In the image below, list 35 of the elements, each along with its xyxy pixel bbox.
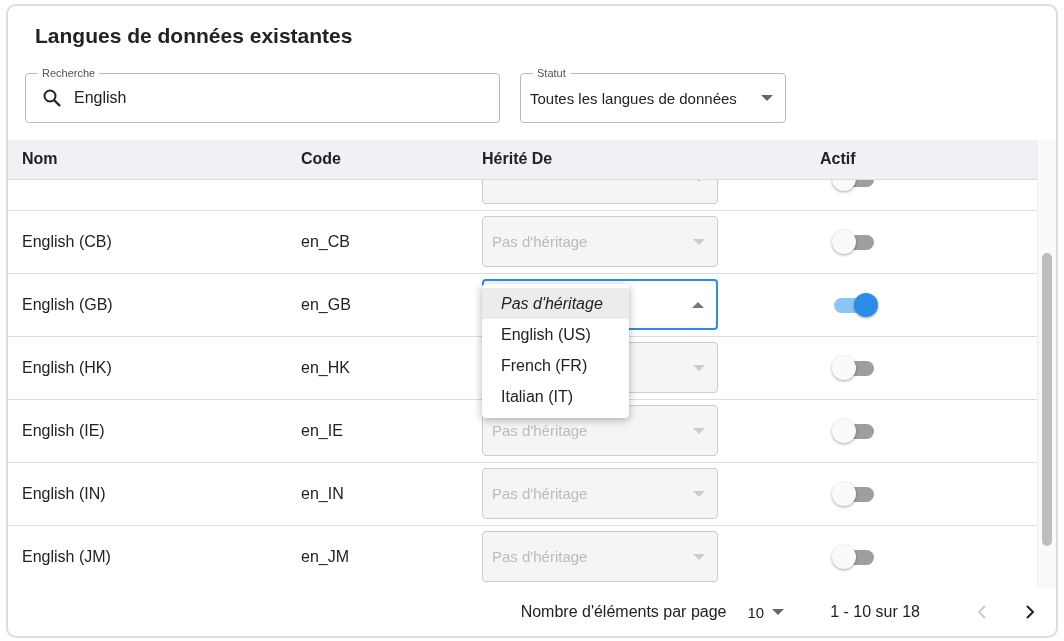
table-cell-text: English (IN)	[22, 484, 107, 503]
column-header[interactable]: Actif	[820, 150, 1037, 169]
caret-icon	[772, 609, 785, 615]
caret-icon	[693, 427, 705, 434]
table-cell-text: en_JM	[301, 547, 351, 566]
table-cell-text: English (IE)	[22, 421, 106, 440]
column-header[interactable]: Hérité De	[482, 150, 820, 169]
caret-icon	[693, 490, 705, 497]
caret-icon	[693, 553, 705, 560]
next-page-button[interactable]	[1024, 604, 1036, 620]
caret-icon	[693, 238, 705, 245]
menu-item[interactable]: French (FR)	[482, 350, 629, 382]
table-cell-text: English (GB)	[22, 295, 114, 314]
menu-item[interactable]: Pas d'héritage	[482, 288, 629, 320]
column-header[interactable]: Code	[301, 150, 482, 169]
table-cell-text: English (CB)	[22, 232, 113, 251]
toggle-switch[interactable]	[832, 292, 876, 317]
table-cell-text: en_IE	[301, 421, 344, 440]
page-range: 1 - 10 sur 18	[830, 603, 920, 621]
scrollbar[interactable]	[1037, 140, 1056, 588]
table-cell-text: en_CB	[301, 232, 351, 251]
table-cell-text: en_HK	[301, 358, 351, 377]
caret-icon	[692, 301, 704, 308]
column-header[interactable]: Nom	[22, 150, 301, 169]
page-title: Langues de données existantes	[35, 23, 354, 49]
caret-icon	[761, 95, 773, 101]
table-cell-text: en_IN	[301, 484, 345, 503]
table-cell-text: English (JM)	[22, 547, 112, 566]
table-cell-text: English (HK)	[22, 358, 113, 377]
page-size-label: Nombre d'éléments par page	[520, 603, 727, 621]
caret-icon	[693, 364, 705, 371]
menu-item[interactable]: English (US)	[482, 319, 629, 351]
table-cell-text: en_GB	[301, 295, 352, 314]
page-size-dropdown[interactable]: 10	[747, 603, 785, 621]
search-icon	[42, 88, 62, 108]
